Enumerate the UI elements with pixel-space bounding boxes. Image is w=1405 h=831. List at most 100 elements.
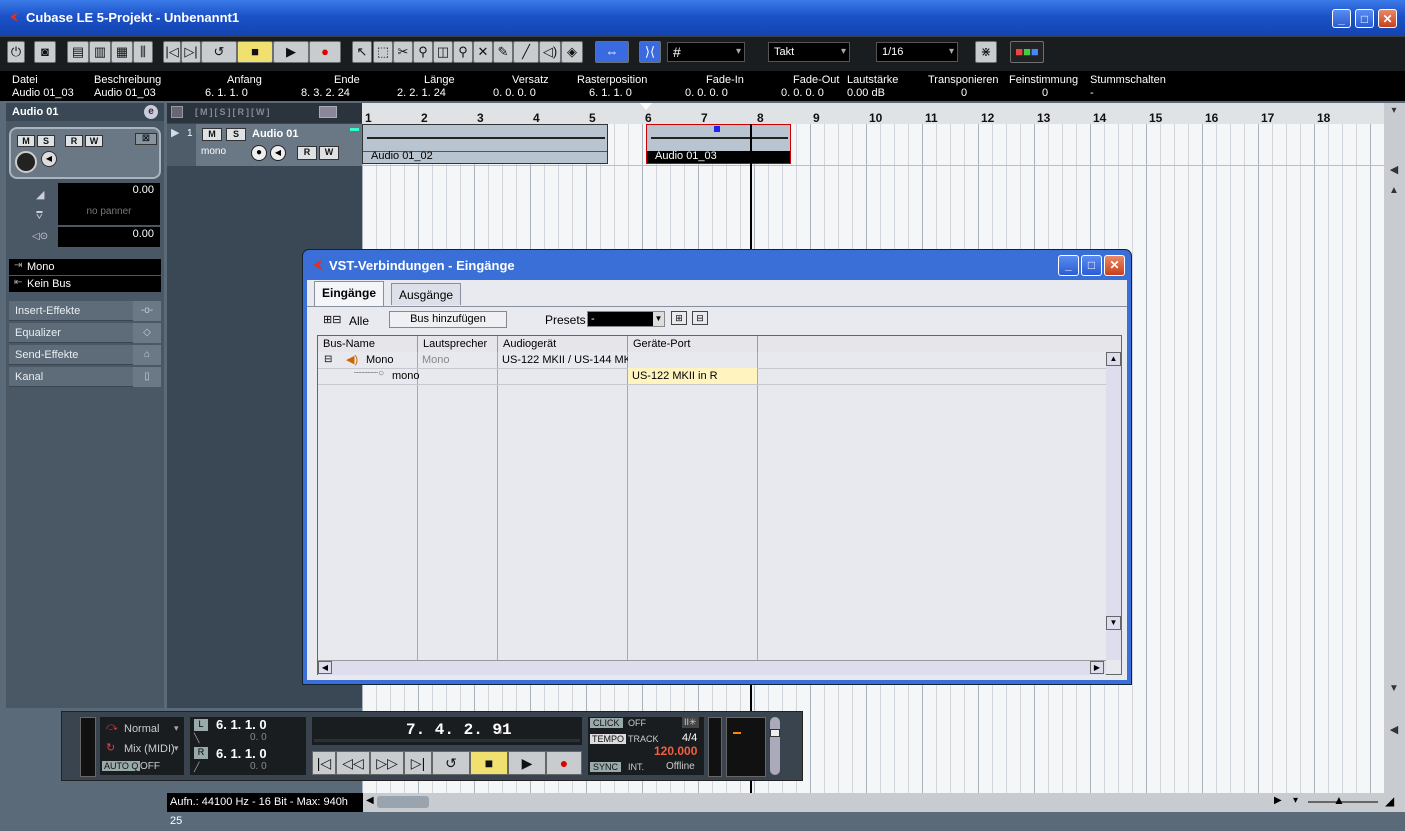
- punch-in-icon[interactable]: ╲: [194, 733, 208, 743]
- left-locator-marker[interactable]: [640, 103, 652, 110]
- sync-button[interactable]: SYNC: [590, 762, 622, 772]
- inspector-write-button[interactable]: W: [85, 135, 103, 147]
- add-bus-button[interactable]: Bus hinzufügen: [389, 311, 507, 328]
- track-monitor-icon[interactable]: ◀: [270, 145, 286, 161]
- freeze-icon[interactable]: ⊠: [135, 133, 157, 145]
- section-channel[interactable]: Kanal ▯: [9, 367, 161, 387]
- scroll-right-icon[interactable]: ▶: [1274, 795, 1282, 806]
- cycle-record-mode[interactable]: Mix (MIDI): [124, 743, 175, 755]
- scroll-up-icon[interactable]: ▾: [1386, 105, 1402, 119]
- speaker-icon[interactable]: ◀: [41, 151, 57, 167]
- table-vertical-scrollbar[interactable]: ▲ ▼: [1106, 352, 1121, 660]
- tab-inputs[interactable]: Eingänge: [314, 281, 385, 306]
- table-horizontal-scrollbar[interactable]: ◀ ▶: [318, 660, 1106, 675]
- color-palette-icon[interactable]: ■■■: [1010, 41, 1044, 63]
- input-routing[interactable]: Mono: [9, 259, 161, 275]
- zoom-in-icon[interactable]: ◢: [1385, 794, 1394, 808]
- audio-event[interactable]: Audio 01_02: [362, 124, 608, 164]
- infoline-toggle-icon[interactable]: ▥: [89, 41, 111, 63]
- overview-toggle-icon[interactable]: ▦: [111, 41, 133, 63]
- track-record-enable-icon[interactable]: ●: [251, 145, 267, 161]
- zoom-thumb-icon[interactable]: ▲: [1333, 793, 1345, 807]
- track-expand-icon[interactable]: ▶: [171, 126, 179, 139]
- click-button[interactable]: CLICK: [590, 718, 623, 728]
- rewind-icon[interactable]: ◁◁: [336, 751, 370, 775]
- range-tool-icon[interactable]: ⬚: [373, 41, 393, 63]
- info-value-snap[interactable]: 6. 1. 1. 0: [589, 87, 632, 99]
- dialog-minimize-button[interactable]: _: [1058, 255, 1079, 276]
- scroll-down-arrow-icon[interactable]: ▼: [1386, 683, 1402, 697]
- minimize-button[interactable]: _: [1332, 9, 1351, 28]
- column-header-device-port[interactable]: Geräte-Port: [628, 336, 758, 352]
- position-slider[interactable]: [314, 739, 580, 742]
- info-value-description[interactable]: Audio 01_03: [94, 87, 156, 99]
- info-value-file[interactable]: Audio 01_03: [12, 87, 74, 99]
- zoom-presets-icon[interactable]: ▾: [1293, 795, 1298, 806]
- scroll-up-arrow-icon[interactable]: ▲: [1386, 185, 1402, 199]
- goto-end-icon[interactable]: ▷|: [181, 41, 201, 63]
- right-locator-icon[interactable]: R: [194, 747, 208, 759]
- audio-device-cell[interactable]: [498, 368, 502, 384]
- volume-field[interactable]: 0.00: [58, 183, 160, 205]
- delay-field[interactable]: 0.00: [58, 227, 160, 247]
- info-value-offset[interactable]: 0. 0. 0. 0: [493, 87, 536, 99]
- track-name[interactable]: Audio 01: [252, 128, 298, 140]
- position-display[interactable]: 7. 4. 2. 91 ♩: [312, 717, 582, 745]
- volume-handle-icon[interactable]: [714, 126, 720, 132]
- inspector-read-button[interactable]: R: [65, 135, 83, 147]
- record-icon[interactable]: ●: [309, 41, 341, 63]
- stop-icon[interactable]: ■: [470, 751, 508, 775]
- snap-type-dropdown[interactable]: #: [667, 42, 745, 62]
- zoom-tool-icon[interactable]: ⚲: [453, 41, 473, 63]
- auto-quantize-button[interactable]: AUTO Q: [102, 761, 141, 771]
- info-value-fadeout[interactable]: 0. 0. 0. 0: [781, 87, 824, 99]
- time-signature[interactable]: 4/4: [682, 732, 697, 744]
- left-locator-value[interactable]: 6. 1. 1. 0: [216, 717, 267, 732]
- record-icon[interactable]: ●: [546, 751, 582, 775]
- inspector-solo-button[interactable]: S: [37, 135, 55, 147]
- info-value-end[interactable]: 8. 3. 2. 24: [301, 87, 350, 99]
- line-tool-icon[interactable]: ╱: [513, 41, 539, 63]
- linear-record-mode[interactable]: Normal: [124, 723, 159, 735]
- snap-zero-crossing-icon[interactable]: ⋇: [975, 41, 997, 63]
- play-icon[interactable]: ▶: [508, 751, 546, 775]
- device-port-cell[interactable]: US-122 MKII in R: [628, 368, 757, 384]
- grid-type-dropdown[interactable]: Takt: [768, 42, 850, 62]
- scroll-left-icon[interactable]: ◀: [366, 795, 374, 806]
- bus-name-cell[interactable]: mono: [388, 368, 420, 384]
- activate-project-icon[interactable]: ⏻: [7, 41, 25, 63]
- bus-name-cell[interactable]: Mono: [362, 352, 394, 368]
- track-list-menu-icon[interactable]: [171, 106, 183, 118]
- info-value-mute[interactable]: -: [1090, 87, 1094, 99]
- horizontal-scrollbar[interactable]: ◀ ▶ ▾ ▲ ◢: [363, 793, 1405, 812]
- column-header-speaker[interactable]: Lautsprecher: [418, 336, 498, 352]
- close-button[interactable]: ✕: [1378, 9, 1397, 28]
- color-tool-icon[interactable]: ◈: [561, 41, 583, 63]
- track-audio-01[interactable]: ▶ 1 M S Audio 01 mono ● ◀ R W: [167, 124, 362, 166]
- tempo-value[interactable]: 120.000: [654, 744, 697, 758]
- output-routing[interactable]: Kein Bus: [9, 276, 161, 292]
- stop-icon[interactable]: ■: [237, 41, 273, 63]
- draw-tool-icon[interactable]: ✎: [493, 41, 513, 63]
- info-value-start[interactable]: 6. 1. 1. 0: [205, 87, 248, 99]
- info-value-finetune[interactable]: 0: [1042, 87, 1048, 99]
- fast-forward-icon[interactable]: ▷▷: [370, 751, 404, 775]
- ruler[interactable]: 1 2 3 4 5 6 7 8 9 10 11 12 13 14 15 16 1…: [362, 103, 1384, 125]
- vertical-scrollbar[interactable]: ▾ ◀ ▲ ▼ ◀: [1384, 103, 1405, 808]
- erase-tool-icon[interactable]: ◫: [433, 41, 453, 63]
- pool-toggle-icon[interactable]: ⫼: [133, 41, 153, 63]
- left-locator-icon[interactable]: L: [194, 719, 208, 731]
- column-header-audio-device[interactable]: Audiogerät: [498, 336, 628, 352]
- primary-time-display[interactable]: 7. 4. 2. 91: [406, 721, 512, 739]
- audio-event-selected[interactable]: Audio 01_03: [646, 124, 791, 164]
- presets-dropdown[interactable]: - ▼: [587, 311, 665, 327]
- inspector-title[interactable]: Audio 01: [6, 103, 164, 121]
- global-track-states-icon[interactable]: [M][S][R][W]: [195, 107, 271, 117]
- track-solo-button[interactable]: S: [226, 128, 246, 141]
- track-read-button[interactable]: R: [297, 146, 317, 160]
- constrain-delay-icon[interactable]: ◙: [34, 41, 56, 63]
- column-header-bus-name[interactable]: Bus-Name: [318, 336, 418, 352]
- audio-device-cell[interactable]: US-122 MKII / US-144 MK: [498, 352, 628, 368]
- play-icon[interactable]: ▶: [273, 41, 309, 63]
- scroll-left-icon[interactable]: ◀: [318, 661, 332, 674]
